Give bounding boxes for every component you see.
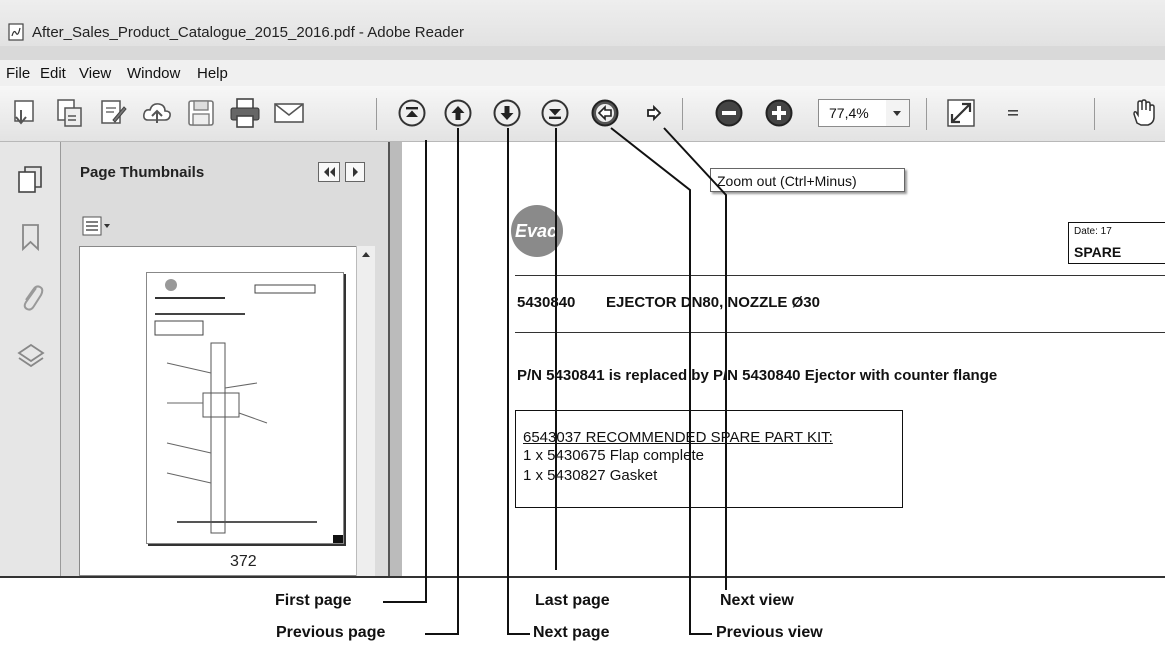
hand-tool-icon[interactable] xyxy=(1126,96,1160,130)
zoom-out-icon[interactable] xyxy=(715,99,743,127)
first-page-icon[interactable] xyxy=(398,99,426,127)
next-view-icon[interactable] xyxy=(640,99,668,127)
zoom-out-tooltip: Zoom out (Ctrl+Minus) xyxy=(710,168,905,192)
page-gutter xyxy=(390,142,402,576)
part-title: EJECTOR DN80, NOZZLE Ø30 xyxy=(606,294,820,311)
window-title: After_Sales_Product_Catalogue_2015_2016.… xyxy=(32,24,464,41)
last-page-icon[interactable] xyxy=(541,99,569,127)
attachment-icon[interactable] xyxy=(18,278,44,312)
divider xyxy=(515,275,1165,276)
chevron-right-icon xyxy=(353,167,358,177)
last-page-callout: Last page xyxy=(535,592,610,609)
adobe-reader-window: After_Sales_Product_Catalogue_2015_2016.… xyxy=(0,0,1165,576)
email-icon[interactable] xyxy=(272,96,306,130)
toolbar-separator xyxy=(1094,98,1095,130)
kit-item: 1 x 5430675 Flap complete xyxy=(523,447,704,464)
sign-icon[interactable] xyxy=(96,96,130,130)
panel-title: Page Thumbnails xyxy=(80,164,205,181)
menu-window[interactable]: Window xyxy=(127,65,180,82)
menu-help[interactable]: Help xyxy=(197,65,228,82)
collapse-panel-button[interactable] xyxy=(318,162,340,182)
previous-page-callout: Previous page xyxy=(276,624,386,641)
toolbar-separator xyxy=(926,98,927,130)
print-icon[interactable] xyxy=(228,96,262,130)
pages-icon[interactable] xyxy=(16,164,46,196)
spare-part-kit-box: 6543037 RECOMMENDED SPARE PART KIT: 1 x … xyxy=(515,410,903,508)
menu-edit[interactable]: Edit xyxy=(40,65,66,82)
scroll-up-icon[interactable] xyxy=(357,246,375,262)
navigation-pane-strip xyxy=(0,142,61,576)
spare-label: SPARE xyxy=(1074,244,1122,260)
menu-view[interactable]: View xyxy=(79,65,111,82)
next-view-callout: Next view xyxy=(720,592,794,609)
toolbar-separator xyxy=(682,98,683,130)
logo-text: Evac xyxy=(515,221,557,241)
next-page-callout: Next page xyxy=(533,624,610,641)
bookmark-icon[interactable] xyxy=(18,222,44,252)
adobe-reader-app-icon xyxy=(8,23,24,41)
menu-bar: File Edit View Window Help xyxy=(0,60,1165,87)
previous-view-icon[interactable] xyxy=(591,99,619,127)
kit-title: 6543037 RECOMMENDED SPARE PART KIT: xyxy=(523,429,833,446)
layers-icon[interactable] xyxy=(16,342,46,370)
save-icon[interactable] xyxy=(184,96,218,130)
replacement-note: P/N 5430841 is replaced by P/N 5430840 E… xyxy=(517,367,998,384)
document-header-box: Date: 17 SPARE xyxy=(1068,222,1165,264)
thumbnail-options-icon[interactable] xyxy=(82,216,114,236)
zoom-dropdown-button[interactable] xyxy=(886,99,910,127)
previous-page-icon[interactable] xyxy=(444,99,472,127)
zoom-in-icon[interactable] xyxy=(765,99,793,127)
more-tools-icon[interactable] xyxy=(996,96,1030,130)
menu-file[interactable]: File xyxy=(6,65,30,82)
create-pdf-icon[interactable] xyxy=(8,96,42,130)
evac-logo: Evac xyxy=(511,205,563,257)
previous-view-callout: Previous view xyxy=(716,624,823,641)
toolbar-separator xyxy=(376,98,377,130)
divider xyxy=(515,332,1165,333)
kit-item: 1 x 5430827 Gasket xyxy=(523,467,658,484)
fit-page-icon[interactable] xyxy=(944,96,978,130)
cloud-upload-icon[interactable] xyxy=(140,96,174,130)
thumbnail-scrollbar[interactable] xyxy=(356,246,375,576)
panel-menu-button[interactable] xyxy=(345,162,365,182)
part-number: 5430840 xyxy=(517,294,576,311)
page-thumbnail[interactable] xyxy=(146,272,344,544)
date-label: Date: 17 xyxy=(1074,226,1112,237)
convert-icon[interactable] xyxy=(52,96,86,130)
window-bottom-border xyxy=(0,576,1165,578)
thumbnail-page-number: 372 xyxy=(230,553,257,570)
next-page-icon[interactable] xyxy=(493,99,521,127)
zoom-dropdown-icon xyxy=(893,111,901,116)
toolbar: 77,4% xyxy=(0,86,1165,142)
double-chevron-left-icon xyxy=(324,167,335,177)
first-page-callout: First page xyxy=(275,592,352,609)
title-bar: After_Sales_Product_Catalogue_2015_2016.… xyxy=(0,0,1165,46)
